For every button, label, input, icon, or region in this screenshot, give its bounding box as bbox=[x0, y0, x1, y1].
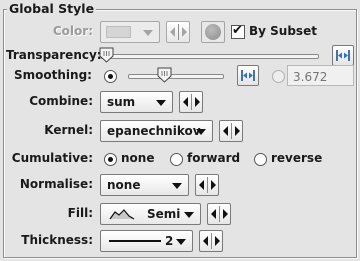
arrow-right-icon bbox=[211, 180, 216, 190]
combine-stepper[interactable] bbox=[179, 91, 203, 113]
panel-title: Global Style bbox=[7, 1, 97, 16]
smoothing-label: Smoothing: bbox=[14, 68, 92, 82]
combine-row: Combine: sum bbox=[0, 90, 360, 114]
combine-label: Combine: bbox=[29, 94, 93, 108]
smoothing-row: Smoothing: bbox=[0, 64, 360, 88]
fill-stepper[interactable] bbox=[207, 203, 231, 225]
zoom-range-icon bbox=[336, 50, 350, 61]
cumulative-forward-radio[interactable] bbox=[170, 153, 183, 166]
transparency-zoom-button[interactable] bbox=[332, 45, 354, 66]
chevron-down-icon bbox=[172, 183, 182, 189]
by-subset-label: By Subset bbox=[249, 24, 317, 38]
chevron-down-icon bbox=[196, 129, 206, 135]
arrow-left-icon bbox=[170, 27, 175, 37]
kernel-select[interactable]: epanechnikov bbox=[100, 120, 213, 142]
chevron-down-icon bbox=[143, 30, 153, 36]
arrow-right-icon bbox=[215, 236, 220, 246]
fill-select[interactable]: Semi bbox=[100, 203, 201, 225]
line-icon bbox=[109, 240, 161, 242]
transparency-slider-thumb[interactable] bbox=[99, 47, 114, 63]
cumulative-row: Cumulative: none forward reverse bbox=[0, 147, 360, 171]
kernel-stepper[interactable] bbox=[219, 120, 243, 142]
combine-select[interactable]: sum bbox=[100, 91, 173, 113]
color-circle-icon bbox=[205, 24, 221, 40]
arrow-left-icon bbox=[183, 97, 188, 107]
smoothing-slider-thumb[interactable] bbox=[157, 67, 172, 83]
kernel-value: epanechnikov bbox=[107, 124, 201, 138]
smoothing-zoom-button[interactable] bbox=[237, 65, 259, 86]
fill-label: Fill: bbox=[67, 206, 93, 220]
chevron-down-icon bbox=[184, 212, 194, 218]
transparency-slider-track[interactable] bbox=[100, 54, 319, 59]
smoothing-slider-track[interactable] bbox=[128, 74, 224, 79]
color-stepper[interactable] bbox=[166, 21, 190, 43]
normalise-value: none bbox=[107, 178, 141, 192]
cumulative-forward-label: forward bbox=[187, 151, 241, 165]
normalise-stepper[interactable] bbox=[195, 174, 219, 196]
zoom-range-icon bbox=[241, 70, 255, 81]
kernel-row: Kernel: epanechnikov bbox=[0, 119, 360, 143]
arrow-right-icon bbox=[235, 126, 240, 136]
thickness-row: Thickness: 2 bbox=[0, 229, 360, 253]
smoothing-value-radio[interactable] bbox=[272, 70, 285, 83]
cumulative-reverse-radio[interactable] bbox=[254, 153, 267, 166]
cumulative-none-label: none bbox=[121, 151, 155, 165]
normalise-row: Normalise: none bbox=[0, 173, 360, 197]
normalise-label: Normalise: bbox=[19, 177, 93, 191]
color-swatch bbox=[106, 26, 131, 38]
transparency-label: Transparency: bbox=[6, 48, 102, 62]
arrow-left-icon bbox=[203, 236, 208, 246]
smoothing-value-field[interactable] bbox=[287, 65, 354, 86]
chevron-down-icon bbox=[156, 100, 166, 106]
thickness-select[interactable]: 2 bbox=[100, 230, 193, 252]
cumulative-none-radio[interactable] bbox=[104, 153, 117, 166]
arrow-right-icon bbox=[195, 97, 200, 107]
arrow-left-icon bbox=[199, 180, 204, 190]
arrow-left-icon bbox=[223, 126, 228, 136]
fill-row: Fill: Semi bbox=[0, 202, 360, 226]
arrow-left-icon bbox=[211, 209, 216, 219]
combine-value: sum bbox=[107, 95, 136, 109]
by-subset-checkbox[interactable]: ✔ bbox=[231, 23, 245, 39]
arrow-right-icon bbox=[223, 209, 228, 219]
kernel-label: Kernel: bbox=[44, 123, 93, 137]
color-label: Color: bbox=[52, 24, 93, 38]
cumulative-label: Cumulative: bbox=[11, 151, 93, 165]
color-select[interactable] bbox=[100, 21, 160, 43]
semi-fill-icon bbox=[109, 209, 135, 220]
smoothing-slider-radio[interactable] bbox=[104, 70, 117, 83]
thickness-label: Thickness: bbox=[21, 233, 93, 247]
cumulative-reverse-label: reverse bbox=[271, 151, 323, 165]
fill-value: Semi bbox=[147, 207, 181, 221]
arrow-right-icon bbox=[182, 27, 187, 37]
color-chooser-button[interactable] bbox=[201, 21, 225, 43]
thickness-stepper[interactable] bbox=[199, 230, 223, 252]
thickness-value: 2 bbox=[165, 234, 174, 248]
normalise-select[interactable]: none bbox=[100, 174, 189, 196]
color-row: Color: ✔ By Subset bbox=[0, 20, 360, 44]
chevron-down-icon bbox=[176, 239, 186, 245]
checkmark-icon: ✔ bbox=[232, 23, 243, 38]
